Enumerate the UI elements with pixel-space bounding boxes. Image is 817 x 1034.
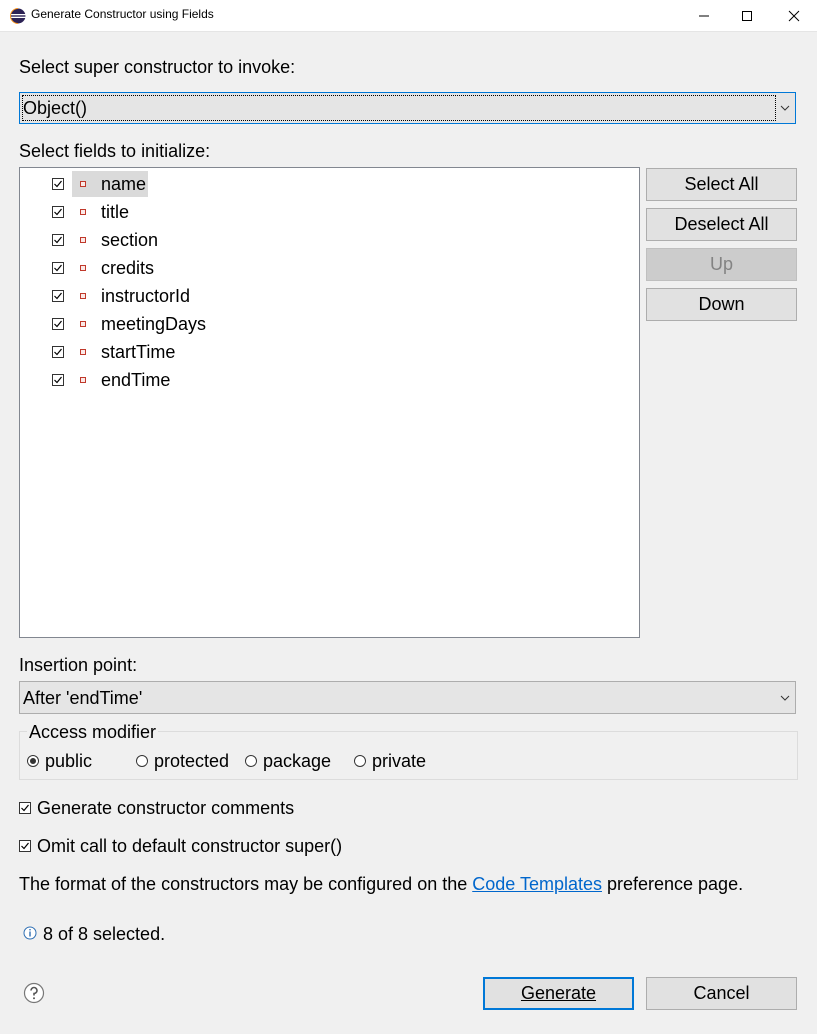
field-name: startTime bbox=[101, 342, 176, 362]
list-item[interactable]: name bbox=[20, 170, 639, 198]
checkmark-icon bbox=[21, 842, 29, 850]
info-text-after: preference page. bbox=[601, 874, 744, 894]
fields-list[interactable]: name title section credits instructorId meeti… bbox=[19, 167, 640, 638]
private-field-icon bbox=[80, 321, 86, 327]
private-field-icon bbox=[80, 209, 86, 215]
minimize-button[interactable] bbox=[681, 0, 727, 31]
cancel-button[interactable]: Cancel bbox=[646, 977, 797, 1010]
status-text: 8 of 8 selected. bbox=[43, 924, 166, 944]
field-checkbox[interactable] bbox=[52, 346, 64, 358]
focus-rectangle bbox=[22, 95, 776, 121]
private-field-icon bbox=[80, 377, 86, 383]
down-button[interactable]: Down bbox=[646, 288, 797, 321]
radio-protected[interactable] bbox=[136, 755, 148, 767]
list-item[interactable]: credits bbox=[20, 254, 639, 282]
list-item[interactable]: endTime bbox=[20, 366, 639, 394]
field-checkbox[interactable] bbox=[52, 318, 64, 330]
checkmark-icon bbox=[54, 292, 62, 300]
maximize-icon bbox=[742, 10, 752, 21]
radio-label-public[interactable]: public bbox=[45, 751, 92, 772]
checkmark-icon bbox=[54, 348, 62, 356]
field-checkbox[interactable] bbox=[52, 290, 64, 302]
list-item[interactable]: meetingDays bbox=[20, 310, 639, 338]
deselect-all-button[interactable]: Deselect All bbox=[646, 208, 797, 241]
field-name: instructorId bbox=[101, 286, 191, 306]
private-field-icon bbox=[80, 265, 86, 271]
field-checkbox[interactable] bbox=[52, 206, 64, 218]
close-button[interactable] bbox=[771, 0, 817, 31]
info-icon bbox=[23, 926, 37, 940]
private-field-icon bbox=[80, 349, 86, 355]
field-checkbox[interactable] bbox=[52, 178, 64, 190]
insertion-point-value: After 'endTime' bbox=[23, 688, 143, 708]
private-field-icon bbox=[80, 293, 86, 299]
checkmark-icon bbox=[54, 320, 62, 328]
list-item[interactable]: instructorId bbox=[20, 282, 639, 310]
field-name: meetingDays bbox=[101, 314, 207, 334]
super-constructor-combo[interactable]: Object() bbox=[19, 92, 796, 124]
eclipse-icon bbox=[10, 8, 26, 24]
generate-button[interactable]: Generate bbox=[483, 977, 634, 1010]
list-item[interactable]: startTime bbox=[20, 338, 639, 366]
code-templates-link[interactable]: Code Templates bbox=[472, 874, 602, 894]
insertion-point-label: Insertion point: bbox=[19, 655, 138, 675]
radio-label-protected[interactable]: protected bbox=[154, 751, 229, 772]
generate-label: Generate bbox=[520, 983, 597, 1003]
radio-label-private[interactable]: private bbox=[372, 751, 426, 772]
checkmark-icon bbox=[54, 180, 62, 188]
select-all-button[interactable]: Select All bbox=[646, 168, 797, 201]
radio-package[interactable] bbox=[245, 755, 257, 767]
private-field-icon bbox=[80, 181, 86, 187]
checkmark-icon bbox=[21, 804, 29, 812]
list-item[interactable]: title bbox=[20, 198, 639, 226]
radio-private[interactable] bbox=[354, 755, 366, 767]
private-field-icon bbox=[80, 237, 86, 243]
chevron-down-icon bbox=[780, 105, 790, 111]
super-constructor-label: Select super constructor to invoke: bbox=[19, 57, 296, 77]
list-item[interactable]: section bbox=[20, 226, 639, 254]
minimize-icon bbox=[699, 15, 709, 16]
generate-comments-checkbox[interactable] bbox=[19, 802, 31, 814]
field-checkbox[interactable] bbox=[52, 262, 64, 274]
omit-super-label[interactable]: Omit call to default constructor super() bbox=[37, 836, 342, 857]
fields-label: Select fields to initialize: bbox=[19, 141, 211, 161]
maximize-button[interactable] bbox=[724, 0, 770, 31]
radio-public[interactable] bbox=[27, 755, 39, 767]
radio-label-package[interactable]: package bbox=[263, 751, 331, 772]
checkmark-icon bbox=[54, 264, 62, 272]
access-modifier-title: Access modifier bbox=[27, 722, 159, 743]
omit-super-checkbox[interactable] bbox=[19, 840, 31, 852]
chevron-down-icon bbox=[780, 695, 790, 701]
checkmark-icon bbox=[54, 236, 62, 244]
super-constructor-value: Object() bbox=[23, 98, 88, 118]
generate-comments-label[interactable]: Generate constructor comments bbox=[37, 798, 294, 819]
checkmark-icon bbox=[54, 208, 62, 216]
field-name: endTime bbox=[101, 370, 171, 390]
close-icon bbox=[788, 10, 800, 21]
title-bar: Generate Constructor using Fields bbox=[0, 0, 817, 32]
help-icon[interactable] bbox=[23, 982, 45, 1004]
window-title: Generate Constructor using Fields bbox=[31, 7, 214, 21]
info-text-before: The format of the constructors may be co… bbox=[19, 874, 473, 894]
field-checkbox[interactable] bbox=[52, 234, 64, 246]
insertion-point-combo[interactable]: After 'endTime' bbox=[19, 681, 796, 714]
field-checkbox[interactable] bbox=[52, 374, 64, 386]
code-templates-info: The format of the constructors may be co… bbox=[19, 874, 743, 895]
checkmark-icon bbox=[54, 376, 62, 384]
up-button[interactable]: Up bbox=[646, 248, 797, 281]
